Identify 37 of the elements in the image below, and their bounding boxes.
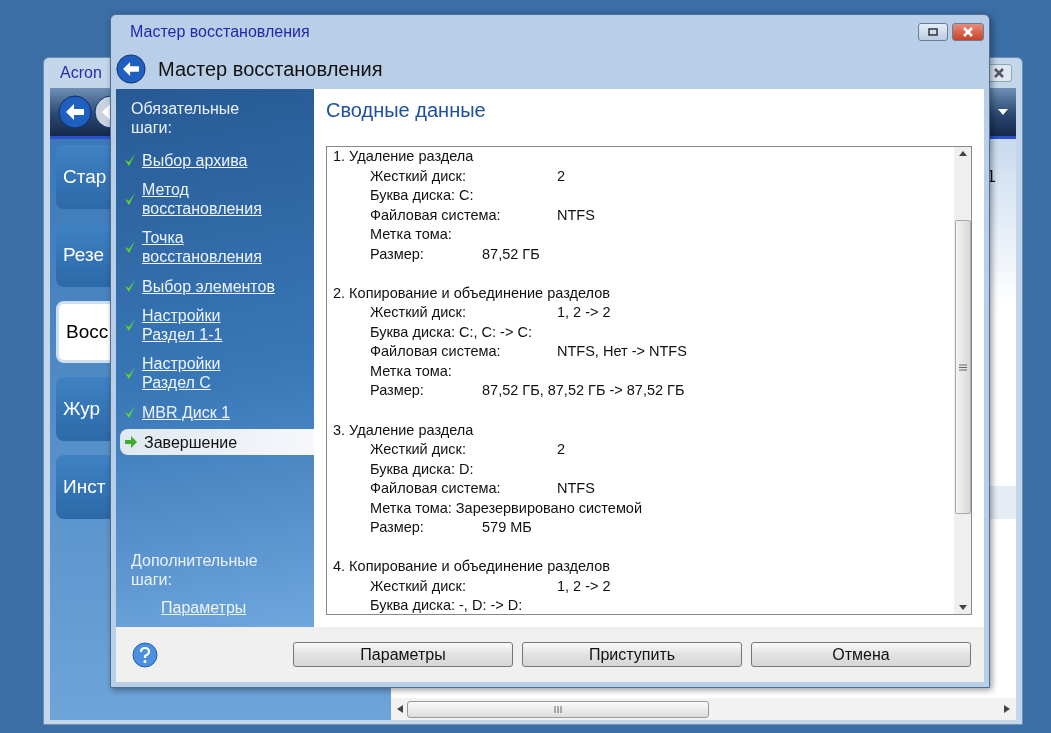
field-label: Жесткий диск: xyxy=(370,576,467,596)
operation-heading: 2. Копирование и объединение разделов xyxy=(333,283,610,303)
field-label: Размер: xyxy=(370,244,425,264)
section-heading: Обязательные шаги: xyxy=(131,99,241,137)
field-value: 2 xyxy=(557,166,566,186)
field-label: Метка тома: Зарезервировано системой xyxy=(370,498,642,518)
field-label: Жесткий диск: xyxy=(370,440,467,460)
field-label: Файловая система: xyxy=(370,479,502,499)
field-label: Буква диска: C: xyxy=(370,186,474,205)
field-label: Жесткий диск: xyxy=(370,166,467,186)
field-label: Буква диска: -, D: -> D: xyxy=(370,596,523,614)
field-label: Файловая система: xyxy=(370,342,502,362)
field-value: 1, 2 -> 2 xyxy=(557,576,611,596)
field-label: Метка тома: xyxy=(370,361,452,381)
field-value: 1, 2 -> 2 xyxy=(557,303,611,323)
field-value: NTFS xyxy=(557,205,595,225)
field-value: 2 xyxy=(557,440,566,460)
operation-heading: 4. Копирование и объединение разделов xyxy=(333,557,610,577)
field-label: Размер: xyxy=(370,381,425,401)
field-label: Размер: xyxy=(370,518,425,538)
field-value: 579 МБ xyxy=(482,518,532,538)
field-label: Метка тома: xyxy=(370,225,452,244)
field-label: Буква диска: C:, C: -> C: xyxy=(370,322,532,342)
operation-heading: 3. Удаление раздела xyxy=(333,420,474,440)
operation-heading: 1. Удаление раздела xyxy=(333,147,474,166)
field-value: NTFS xyxy=(557,479,595,499)
section-heading: Дополнительные шаги: xyxy=(131,551,259,589)
field-value: 87,52 ГБ xyxy=(482,244,540,264)
wizard-title: Мастер восстановления xyxy=(158,57,383,81)
window-title: Мастер восстановления xyxy=(130,23,310,41)
page-title: Сводные данные xyxy=(326,99,487,122)
field-label: Буква диска: D: xyxy=(370,459,474,479)
field-label: Жесткий диск: xyxy=(370,303,467,323)
field-label: Файловая система: xyxy=(370,205,502,225)
window-title: Acron xyxy=(60,64,102,82)
field-value: NTFS, Нет -> NTFS xyxy=(557,342,687,362)
field-value: 87,52 ГБ, 87,52 ГБ -> 87,52 ГБ xyxy=(482,381,685,401)
